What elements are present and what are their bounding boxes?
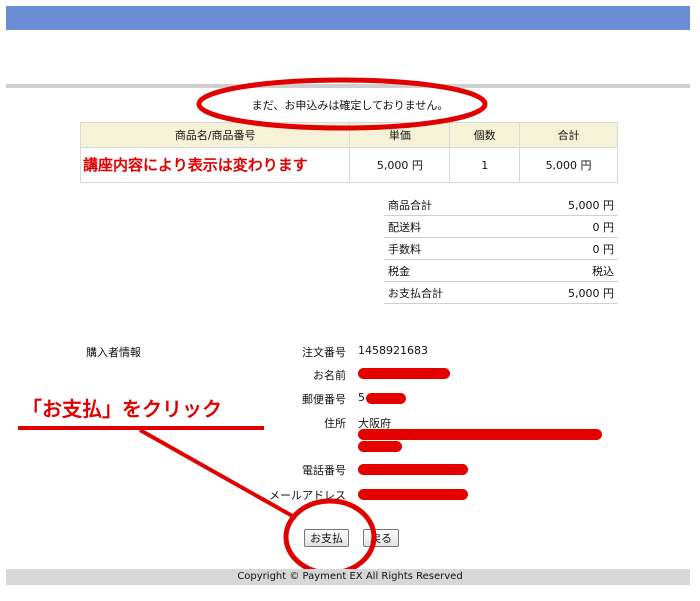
not-confirmed-notice: まだ、お申込みは確定しておりません。	[251, 99, 449, 112]
email-label: メールアドレス	[269, 489, 346, 502]
zip-redaction	[366, 393, 406, 404]
email-redaction	[358, 489, 468, 500]
totals-row: 商品合計 5,000 円	[384, 194, 618, 216]
phone-redaction	[358, 464, 468, 475]
item-qty: 1	[449, 147, 521, 183]
totals-label: 配送料	[384, 215, 510, 238]
address-redaction-line2	[358, 441, 402, 452]
zip-prefix: 5	[358, 391, 365, 404]
click-pay-annotation: 「お支払」をクリック	[22, 397, 222, 421]
footer-copyright: Copyright © Payment EX All Rights Reserv…	[237, 571, 463, 582]
totals-row: 手数料 0 円	[384, 237, 618, 260]
totals-row: 配送料 0 円	[384, 215, 618, 238]
order-number-value: 1458921683	[358, 344, 428, 357]
totals-label: お支払合計	[384, 281, 510, 304]
totals-label: 手数料	[384, 237, 510, 260]
item-unit-price: 5,000 円	[349, 147, 451, 183]
address-label: 住所	[324, 417, 346, 430]
totals-table: 商品合計 5,000 円 配送料 0 円 手数料 0 円 税金 税込 お支払合計 5,00…	[384, 194, 618, 304]
totals-label: 税金	[384, 259, 510, 282]
totals-label: 商品合計	[384, 194, 510, 216]
totals-value: 5,000 円	[510, 194, 618, 216]
totals-row: お支払合計 5,000 円	[384, 281, 618, 304]
totals-value: 税込	[510, 259, 618, 282]
name-label: お名前	[313, 369, 346, 382]
pay-button[interactable]: お支払	[304, 529, 349, 547]
item-name-annotation: 講座内容により表示は変わります	[83, 156, 308, 174]
col-header-total: 合計	[519, 122, 618, 148]
name-redaction	[358, 368, 450, 379]
item-total: 5,000 円	[519, 147, 618, 183]
table-header-row: 商品名/商品番号 単価 個数 合計	[79, 122, 618, 148]
col-header-name: 商品名/商品番号	[79, 122, 351, 148]
order-number-label: 注文番号	[302, 346, 346, 359]
totals-row: 税金 税込	[384, 259, 618, 282]
zip-label: 郵便番号	[302, 393, 346, 406]
col-header-qty: 個数	[449, 122, 521, 148]
back-button[interactable]: 戻る	[363, 529, 399, 547]
address-redaction-line1	[358, 429, 602, 440]
top-header-bar	[6, 6, 690, 30]
buyer-info-label: 購入者情報	[86, 346, 141, 359]
totals-value: 0 円	[510, 215, 618, 238]
phone-label: 電話番号	[302, 464, 346, 477]
totals-value: 5,000 円	[510, 281, 618, 304]
totals-value: 0 円	[510, 237, 618, 260]
header-divider	[6, 84, 690, 88]
col-header-unit-price: 単価	[349, 122, 451, 148]
